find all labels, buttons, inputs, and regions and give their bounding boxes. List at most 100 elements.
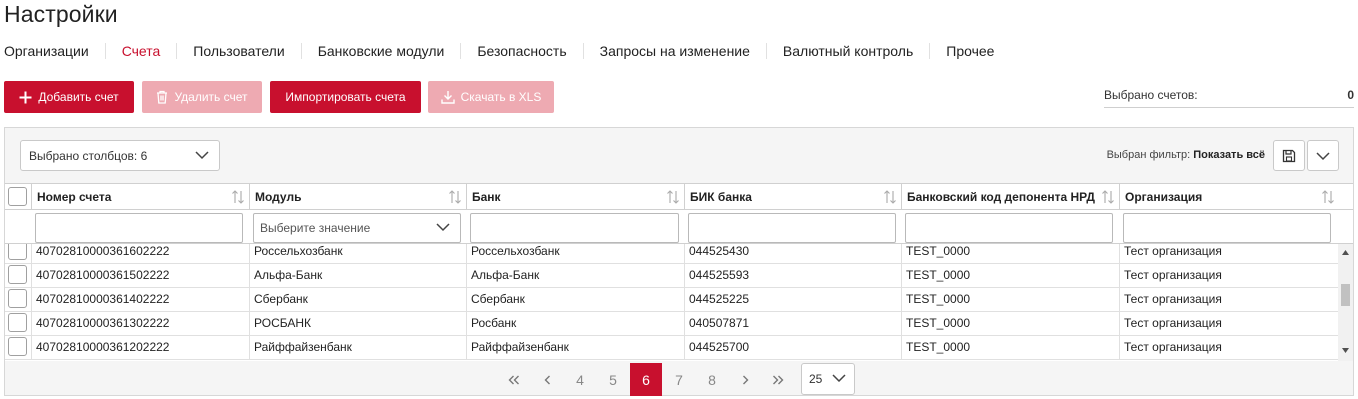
row-checkbox[interactable]: [8, 289, 27, 308]
table-row[interactable]: 40702810000361502222 Альфа-Банк Альфа-Ба…: [5, 264, 1338, 288]
cell-organization: Тест организация: [1119, 244, 1338, 263]
scroll-up-icon[interactable]: [1342, 250, 1349, 255]
table-body: 40702810000361602222 Россельхозбанк Росс…: [5, 244, 1338, 361]
divider: [1104, 107, 1354, 108]
row-checkbox[interactable]: [8, 244, 27, 260]
column-header-label: Номер счета: [37, 190, 112, 204]
organization-filter-input[interactable]: [1123, 213, 1331, 243]
delete-account-label: Удалить счет: [174, 90, 248, 104]
settings-tabs: Организации Счета Пользователи Банковски…: [4, 42, 1010, 60]
first-page-button[interactable]: [498, 363, 530, 396]
cell-module: Райффайзенбанк: [249, 336, 466, 359]
plus-icon: [19, 91, 32, 103]
column-header-bik[interactable]: БИК банка: [684, 184, 901, 210]
cell-bik: 044525430: [684, 244, 901, 263]
last-page-button[interactable]: [762, 363, 794, 396]
next-page-icon: [742, 375, 748, 384]
chevron-down-icon: [1316, 151, 1330, 160]
depositary-code-filter-input[interactable]: [905, 213, 1113, 243]
cell-bik: 044525225: [684, 288, 901, 311]
cell-organization: Тест организация: [1119, 264, 1338, 287]
sort-icon[interactable]: [1102, 190, 1114, 204]
column-header-account-number[interactable]: Номер счета: [31, 184, 249, 210]
page-button[interactable]: 8: [696, 363, 728, 396]
cell-account-number: 40702810000361602222: [31, 244, 249, 263]
table-row[interactable]: 40702810000361302222 РОСБАНК Росбанк 040…: [5, 312, 1338, 336]
delete-account-button[interactable]: Удалить счет: [142, 81, 262, 113]
bank-filter-input[interactable]: [470, 213, 679, 243]
column-header-depositary-code[interactable]: Банковский код депонента НРД: [901, 184, 1119, 210]
columns-select[interactable]: Выбрано столбцов: 6: [20, 140, 220, 171]
cell-depositary-code: TEST_0000: [901, 264, 1119, 287]
table-filter-row: Выберите значение: [5, 210, 1353, 244]
cell-bank: Райффайзенбанк: [466, 336, 684, 359]
cell-account-number: 40702810000361302222: [31, 312, 249, 335]
tab-change-requests[interactable]: Запросы на изменение: [582, 43, 766, 59]
page-button[interactable]: 4: [564, 363, 596, 396]
download-xls-button[interactable]: Скачать в XLS: [428, 81, 554, 113]
page-size-select[interactable]: 25: [801, 363, 855, 395]
page-button[interactable]: 5: [597, 363, 629, 396]
table-row[interactable]: 40702810000361602222 Россельхозбанк Росс…: [5, 244, 1338, 264]
tab-users[interactable]: Пользователи: [176, 43, 300, 59]
module-filter-select[interactable]: Выберите значение: [253, 213, 461, 243]
column-header-label: Банк: [472, 190, 501, 204]
cell-bank: Россельхозбанк: [466, 244, 684, 263]
sort-icon[interactable]: [232, 190, 244, 204]
row-checkbox[interactable]: [8, 313, 27, 332]
cell-depositary-code: TEST_0000: [901, 312, 1119, 335]
column-header-bank[interactable]: Банк: [466, 184, 684, 210]
tab-accounts[interactable]: Счета: [104, 43, 177, 59]
columns-select-value: Выбрано столбцов: 6: [29, 148, 148, 163]
trash-icon: [157, 90, 168, 104]
prev-page-button[interactable]: [531, 363, 563, 396]
cell-module: РОСБАНК: [249, 312, 466, 335]
table-row[interactable]: 40702810000361202222 Райффайзенбанк Райф…: [5, 336, 1338, 360]
tab-security[interactable]: Безопасность: [460, 43, 582, 59]
cell-bank: Сбербанк: [466, 288, 684, 311]
row-checkbox[interactable]: [8, 337, 27, 356]
table-header: Номер счета Модуль Банк БИК банка Банков…: [5, 183, 1353, 210]
page-button[interactable]: 7: [663, 363, 695, 396]
sort-icon[interactable]: [449, 190, 461, 204]
row-checkbox[interactable]: [8, 265, 27, 284]
bik-filter-input[interactable]: [688, 213, 896, 243]
cell-organization: Тест организация: [1119, 336, 1338, 359]
filter-info: Выбран фильтр: Показать всё: [1107, 149, 1265, 161]
column-header-module[interactable]: Модуль: [249, 184, 466, 210]
next-page-button[interactable]: [729, 363, 761, 396]
tab-currency-control[interactable]: Валютный контроль: [765, 43, 929, 59]
save-filter-button[interactable]: [1273, 140, 1305, 171]
download-xls-label: Скачать в XLS: [460, 90, 542, 104]
column-header-label: Модуль: [255, 190, 302, 204]
import-accounts-button[interactable]: Импортировать счета: [270, 81, 421, 113]
sort-icon[interactable]: [884, 190, 896, 204]
selected-accounts-label: Выбрано счетов:: [1104, 88, 1198, 102]
cell-module: Сбербанк: [249, 288, 466, 311]
table-scrollbar[interactable]: [1338, 244, 1353, 361]
scrollbar-thumb[interactable]: [1341, 284, 1350, 306]
sort-icon[interactable]: [667, 190, 679, 204]
first-page-icon: [508, 375, 519, 384]
chevron-down-icon: [832, 374, 846, 383]
cell-module: Россельхозбанк: [249, 244, 466, 263]
cell-bik: 044525700: [684, 336, 901, 359]
tab-organizations[interactable]: Организации: [4, 43, 105, 59]
cell-account-number: 40702810000361202222: [31, 336, 249, 359]
account-number-filter-input[interactable]: [35, 213, 243, 243]
cell-account-number: 40702810000361502222: [31, 264, 249, 287]
add-account-button[interactable]: Добавить счет: [4, 81, 134, 113]
add-account-label: Добавить счет: [38, 90, 119, 104]
scroll-down-icon[interactable]: [1342, 348, 1349, 353]
current-page-button[interactable]: 6: [630, 363, 662, 396]
tab-other[interactable]: Прочее: [929, 43, 1010, 59]
sort-icon[interactable]: [1322, 190, 1334, 204]
accounts-grid: Выбрано столбцов: 6 Выбран фильтр: Показ…: [4, 127, 1354, 396]
page-size-value: 25: [809, 372, 823, 386]
tab-bank-modules[interactable]: Банковские модули: [300, 43, 461, 59]
filter-menu-button[interactable]: [1307, 140, 1339, 171]
select-all-checkbox[interactable]: [8, 187, 27, 206]
filter-value: Показать всё: [1193, 149, 1265, 161]
column-header-organization[interactable]: Организация: [1119, 184, 1339, 210]
table-row[interactable]: 40702810000361402222 Сбербанк Сбербанк 0…: [5, 288, 1338, 312]
